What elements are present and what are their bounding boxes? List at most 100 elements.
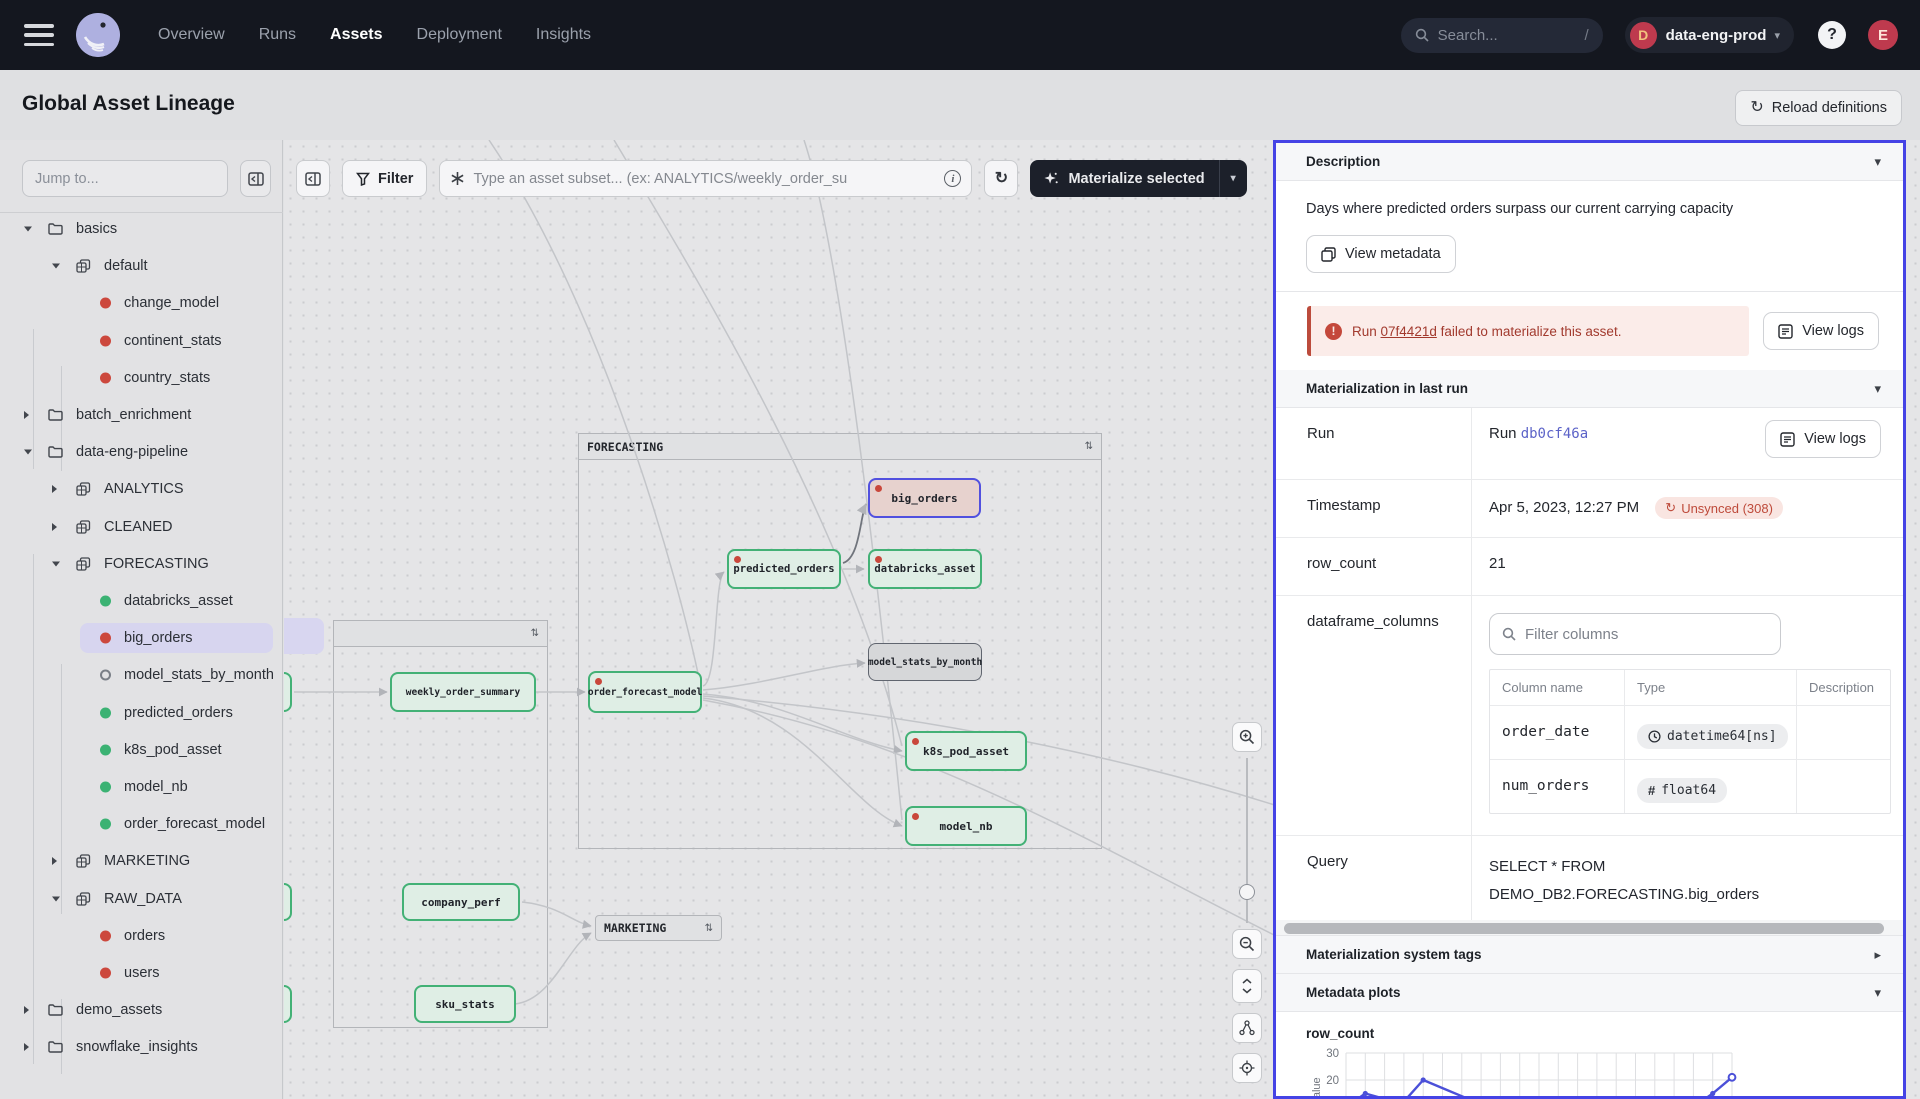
asset-node-big_orders[interactable]: big_orders xyxy=(868,478,981,518)
tree-item-k8s_pod_asset[interactable]: k8s_pod_asset xyxy=(0,735,283,765)
failed-run-link[interactable]: 07f4421d xyxy=(1381,324,1437,339)
caret-down-icon[interactable] xyxy=(52,562,60,567)
row-count-chart: Value302010 xyxy=(1306,1043,1866,1099)
nav-item-overview[interactable]: Overview xyxy=(158,26,225,44)
tree-item-model_nb[interactable]: model_nb xyxy=(0,772,283,802)
tree-item-orders[interactable]: orders xyxy=(0,921,283,951)
filter-columns-input[interactable] xyxy=(1525,626,1768,643)
asset-node-sku_stats[interactable]: sku_stats xyxy=(414,985,516,1023)
data-point xyxy=(1710,1091,1715,1096)
group-expand-icon[interactable]: ⇅ xyxy=(705,923,713,934)
help-icon[interactable]: ? xyxy=(1818,21,1846,49)
collapse-groups-button[interactable] xyxy=(1232,969,1262,1003)
avatar[interactable]: E xyxy=(1868,20,1898,50)
materialize-selected-button[interactable]: Materialize selected ▾ xyxy=(1030,160,1246,197)
materialize-options-dropdown[interactable]: ▾ xyxy=(1220,173,1247,184)
global-search-input[interactable]: Search... / xyxy=(1401,18,1603,53)
tree-item-continent_stats[interactable]: continent_stats xyxy=(0,326,283,356)
refresh-graph-button[interactable]: ↻ xyxy=(984,160,1018,197)
caret-right-icon[interactable] xyxy=(52,485,57,493)
asset-subset-input[interactable] xyxy=(473,171,936,187)
tree-item-MARKETING[interactable]: MARKETING xyxy=(0,846,283,876)
recenter-button[interactable] xyxy=(1232,1053,1262,1083)
asset-node-weekly_order_summary[interactable]: weekly_order_summary xyxy=(390,672,536,712)
collapse-panel-button[interactable] xyxy=(296,160,330,197)
folder-icon xyxy=(48,222,63,235)
metadata-plots-section-header[interactable]: Metadata plots ▾ xyxy=(1276,974,1903,1012)
collapse-sidebar-button[interactable] xyxy=(240,160,271,197)
view-logs-button[interactable]: View logs xyxy=(1763,312,1879,350)
caret-down-icon[interactable] xyxy=(52,264,60,269)
code-location-icon xyxy=(76,854,91,868)
caret-right-icon[interactable] xyxy=(24,1006,29,1014)
run-row: Run Run db0cf46a View logs xyxy=(1276,408,1903,480)
hamburger-menu-icon[interactable] xyxy=(24,24,54,46)
type-badge: datetime64[ns] xyxy=(1637,724,1788,749)
chevron-right-icon[interactable]: ▸ xyxy=(1874,947,1881,963)
chevron-down-icon[interactable]: ▾ xyxy=(1874,985,1881,1001)
tree-item-users[interactable]: users xyxy=(0,958,283,988)
caret-right-icon[interactable] xyxy=(24,1043,29,1051)
status-dot-green xyxy=(100,819,111,830)
description-section-header[interactable]: Description ▾ xyxy=(1276,143,1903,181)
tree-item-big_orders[interactable]: big_orders xyxy=(0,623,283,653)
tree-item-CLEANED[interactable]: CLEANED xyxy=(0,512,283,542)
caret-down-icon[interactable] xyxy=(24,227,32,232)
tree-item-snowflake_insights[interactable]: snowflake_insights xyxy=(0,1032,283,1062)
asset-node-model_stats_by_month[interactable]: model_stats_by_month xyxy=(868,643,982,681)
tree-item-ANALYTICS[interactable]: ANALYTICS xyxy=(0,474,283,504)
info-icon[interactable]: i xyxy=(944,170,961,187)
view-metadata-button[interactable]: View metadata xyxy=(1306,235,1456,273)
tree-item-country_stats[interactable]: country_stats xyxy=(0,363,283,393)
view-logs-button[interactable]: View logs xyxy=(1765,420,1881,458)
chevron-down-icon[interactable]: ▾ xyxy=(1874,381,1881,397)
tree-item-basics[interactable]: basics xyxy=(0,214,283,244)
status-dot-red xyxy=(100,968,111,979)
asset-node-model_nb[interactable]: model_nb xyxy=(905,806,1027,846)
filter-button[interactable]: Filter xyxy=(342,160,427,197)
caret-right-icon[interactable] xyxy=(24,411,29,419)
tree-item-batch_enrichment[interactable]: batch_enrichment xyxy=(0,400,283,430)
jump-to-input[interactable] xyxy=(22,160,228,197)
tree-item-change_model[interactable]: change_model xyxy=(0,288,283,318)
nav-item-runs[interactable]: Runs xyxy=(259,26,296,44)
nav-item-insights[interactable]: Insights xyxy=(536,26,591,44)
tree-item-demo_assets[interactable]: demo_assets xyxy=(0,995,283,1025)
nav-item-deployment[interactable]: Deployment xyxy=(417,26,502,44)
tree-item-FORECASTING[interactable]: FORECASTING xyxy=(0,549,283,579)
caret-right-icon[interactable] xyxy=(52,857,57,865)
code-location-icon xyxy=(76,520,91,534)
last-run-section-header[interactable]: Materialization in last run ▾ xyxy=(1276,370,1903,408)
tree-item-predicted_orders[interactable]: predicted_orders xyxy=(0,698,283,728)
asset-group-marketing-collapsed[interactable]: MARKETING ⇅ xyxy=(595,915,722,941)
asset-node-databricks_asset[interactable]: databricks_asset xyxy=(868,549,982,589)
nav-item-assets[interactable]: Assets xyxy=(330,26,382,44)
tree-item-order_forecast_model[interactable]: order_forecast_model xyxy=(0,809,283,839)
zoom-slider-handle[interactable] xyxy=(1239,884,1255,900)
scrollbar-thumb[interactable] xyxy=(1284,923,1884,934)
asset-node-company_perf[interactable]: company_perf xyxy=(402,883,520,921)
asset-node-k8s_pod_asset[interactable]: k8s_pod_asset xyxy=(905,731,1027,771)
graph-layout-button[interactable] xyxy=(1232,1013,1262,1043)
status-dot-green xyxy=(100,745,111,756)
zoom-in-button[interactable] xyxy=(1232,722,1262,752)
system-tags-section-header[interactable]: Materialization system tags ▸ xyxy=(1276,936,1903,974)
asset-node-order_forecast_model[interactable]: order_forecast_model xyxy=(588,671,702,713)
asset-node-predicted_orders[interactable]: predicted_orders xyxy=(727,549,841,589)
dagster-logo-icon[interactable] xyxy=(76,13,120,57)
tree-item-RAW_DATA[interactable]: RAW_DATA xyxy=(0,884,283,914)
caret-down-icon[interactable] xyxy=(52,897,60,902)
tree-item-default[interactable]: default xyxy=(0,251,283,281)
caret-right-icon[interactable] xyxy=(52,523,57,531)
zoom-out-button[interactable] xyxy=(1232,929,1262,959)
caret-down-icon[interactable] xyxy=(24,450,32,455)
tree-item-label: big_orders xyxy=(124,630,193,646)
tree-item-databricks_asset[interactable]: databricks_asset xyxy=(0,586,283,616)
chevron-down-icon[interactable]: ▾ xyxy=(1874,154,1881,170)
reload-definitions-button[interactable]: ↻ Reload definitions xyxy=(1735,90,1902,126)
run-id-link[interactable]: db0cf46a xyxy=(1521,426,1588,442)
tree-item-model_stats_by_month[interactable]: model_stats_by_month xyxy=(0,660,283,690)
workspace-switcher[interactable]: D data-eng-prod ▾ xyxy=(1625,17,1794,53)
tree-item-data-eng-pipeline[interactable]: data-eng-pipeline xyxy=(0,437,283,467)
zoom-slider[interactable] xyxy=(1232,758,1262,923)
